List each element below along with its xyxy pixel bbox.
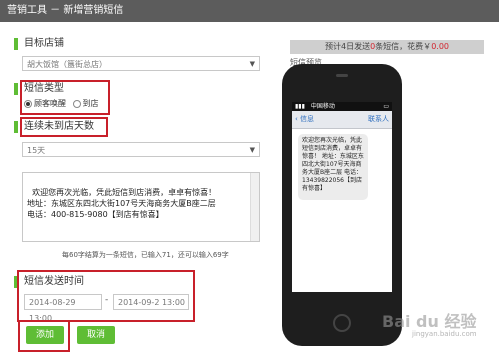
carrier-name: 中国移动 (310, 103, 335, 110)
home-button-icon (333, 314, 351, 332)
page-title: 营销工具 － 新增营销短信 (7, 5, 124, 16)
watermark-url: jingyan.baidu.com (412, 330, 477, 338)
phone-preview: ▮▮▮ 中国移动 ▭ ‹ 信息 联系人 欢迎您再次光临，凭此短信到店消费，卓卓有… (282, 64, 402, 346)
textarea-scrollbar[interactable] (250, 173, 259, 241)
page-header: 营销工具 － 新增营销短信 (0, 0, 499, 22)
chevron-down-icon: ▼ (249, 60, 255, 68)
radio-unchecked-icon (72, 99, 81, 108)
message-content: 欢迎您再次光临，凭此短信到店消费，卓卓有惊喜！ 地址：东城区东四北大街107号天… (27, 188, 217, 219)
status-bar: ▮▮▮ 中国移动 ▭ (292, 102, 392, 111)
contact-button[interactable]: 联系人 (368, 111, 392, 128)
end-date-input[interactable]: 2014-09-2 13:00 (113, 294, 189, 310)
chevron-down-icon: ▼ (249, 146, 255, 154)
message-textarea[interactable]: 欢迎您再次光临，凭此短信到店消费，卓卓有惊喜！ 地址：东城区东四北大街107号天… (22, 172, 260, 242)
store-select[interactable]: 胡大饭馆（簋街总店） ▼ (22, 56, 260, 71)
message-navbar: ‹ 信息 联系人 (292, 111, 392, 129)
section-marker (14, 83, 18, 95)
estimate-bar: 预计4日发送0条短信，花费￥0.00 (290, 40, 484, 54)
start-date-input[interactable]: 2014-08-29 13:00 (24, 294, 102, 323)
battery-icon: ▭ (383, 103, 389, 110)
section-marker (14, 121, 18, 133)
store-label: 目标店铺 (24, 38, 64, 49)
section-marker (14, 38, 18, 50)
phone-screen: ▮▮▮ 中国移动 ▭ ‹ 信息 联系人 欢迎您再次光临，凭此短信到店消费，卓卓有… (292, 102, 392, 292)
radio-option-visit[interactable]: 到店 (72, 99, 99, 108)
send-time-label: 短信发送时间 (24, 276, 84, 287)
signal-icon: ▮▮▮ (295, 103, 305, 110)
watermark-logo: Bai du 经验 (382, 312, 477, 331)
char-counter: 每60字结算为一条短信，已输入71，还可以输入69字 (62, 251, 229, 259)
cancel-button[interactable]: 取消 (77, 326, 115, 344)
radio-option-awaken[interactable]: 顾客唤醒 (24, 99, 66, 108)
days-label: 连续未到店天数 (24, 121, 94, 132)
speaker-icon (336, 74, 348, 77)
sms-type-options: 顾客唤醒 到店 (24, 98, 99, 110)
date-separator: - (105, 295, 109, 305)
days-select[interactable]: 15天 ▼ (22, 142, 260, 157)
store-select-value: 胡大饭馆（簋街总店） (27, 60, 107, 69)
estimate-cost: 0.00 (431, 42, 449, 51)
sms-type-label: 短信类型 (24, 83, 64, 94)
days-select-value: 15天 (27, 146, 46, 155)
message-bubble: 欢迎您再次光临，凭此短信到店消费，卓卓有惊喜！ 地址：东城区东四北大街107号天… (298, 134, 368, 200)
add-button[interactable]: 添加 (26, 326, 64, 344)
radio-checked-icon (24, 99, 32, 108)
back-button[interactable]: ‹ 信息 (292, 115, 314, 123)
